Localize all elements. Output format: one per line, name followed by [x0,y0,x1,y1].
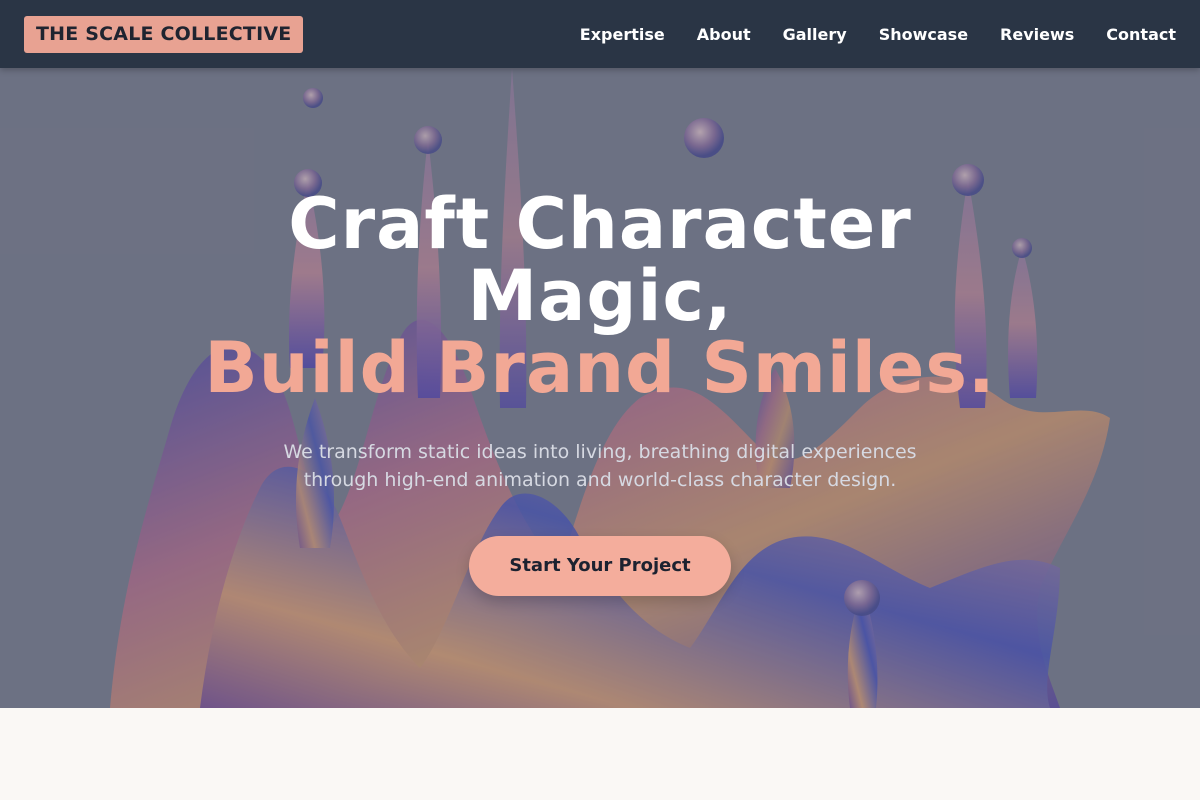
headline-line-2: Magic, [467,255,733,337]
nav-link-expertise[interactable]: Expertise [580,25,665,44]
nav-link-gallery[interactable]: Gallery [783,25,847,44]
next-section [0,708,1200,800]
nav-link-contact[interactable]: Contact [1106,25,1176,44]
hero-section: Craft Character Magic, Build Brand Smile… [0,68,1200,708]
hero-subtext: We transform static ideas into living, b… [283,441,917,491]
nav-link-showcase[interactable]: Showcase [879,25,968,44]
main-nav: Expertise About Gallery Showcase Reviews… [548,25,1176,44]
headline-line-1: Craft Character [288,183,912,265]
nav-link-about[interactable]: About [697,25,751,44]
start-project-button[interactable]: Start Your Project [469,536,731,596]
hero-headline: Craft Character Magic, Build Brand Smile… [0,188,1200,404]
brand-logo[interactable]: THE SCALE COLLECTIVE [24,15,304,53]
headline-accent: Build Brand Smiles. [204,327,996,409]
hero-content: Craft Character Magic, Build Brand Smile… [0,188,1200,596]
nav-link-reviews[interactable]: Reviews [1000,25,1074,44]
site-header: THE SCALE COLLECTIVE Expertise About Gal… [0,0,1200,68]
